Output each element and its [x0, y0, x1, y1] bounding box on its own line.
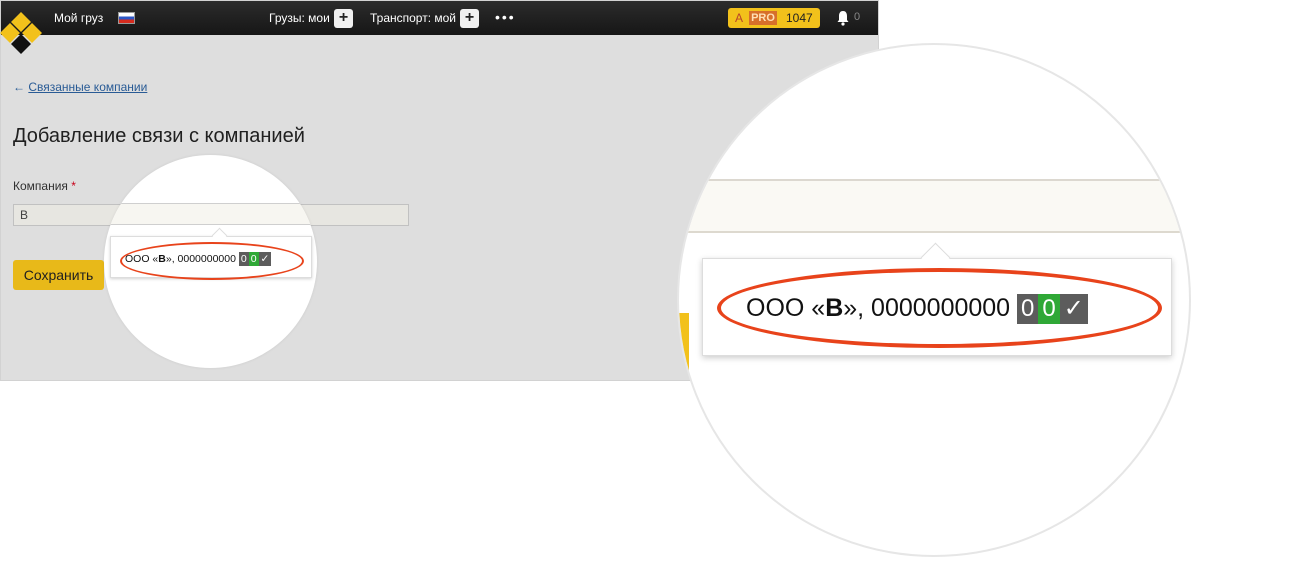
suggestion-suffix: », 0000000000: [165, 253, 236, 265]
magnified-company-input: [679, 181, 1189, 233]
pro-label: PRO: [749, 11, 777, 25]
pro-count: 1047: [786, 11, 813, 25]
rating-badge-1: 0: [238, 252, 249, 266]
transport-menu[interactable]: Транспорт: мой: [370, 11, 456, 25]
required-mark: *: [71, 179, 76, 193]
company-field-label: Компания *: [13, 179, 76, 193]
save-button[interactable]: Сохранить: [13, 260, 104, 290]
my-cargo-link[interactable]: Мой груз: [54, 11, 103, 25]
page-title: Добавление связи с компанией: [13, 125, 305, 147]
back-link-label: Связанные компании: [28, 80, 148, 94]
suggestion-prefix: ООО «: [125, 253, 159, 265]
company-suggestion-item[interactable]: ООО «В», 0000000000 0 0 ✓: [125, 252, 272, 266]
suggestion-match: В: [825, 294, 844, 322]
back-link-related-companies[interactable]: ← Связанные компании: [13, 80, 147, 94]
add-transport-button[interactable]: +: [460, 9, 479, 28]
suggestion-suffix: », 0000000000: [843, 294, 1011, 322]
notifications-count: 0: [854, 11, 861, 23]
pro-prefix: A: [735, 11, 744, 25]
russia-flag-icon[interactable]: [118, 12, 135, 24]
bell-icon[interactable]: [836, 10, 850, 26]
logo-icon[interactable]: [0, 12, 42, 54]
suggestion-prefix: ООО «: [746, 294, 826, 322]
rating-badge-1: 0: [1017, 294, 1039, 324]
magnified-suggestion-item: ООО «В», 0000000000 0 0 ✓: [746, 294, 1088, 324]
suggestion-match: В: [158, 253, 166, 265]
magnified-input: [104, 203, 312, 225]
magnified-save-button-edge: [679, 313, 689, 373]
small-magnifier: ООО «В», 0000000000 0 0 ✓: [104, 155, 317, 368]
big-magnifier: ООО «В», 0000000000 0 0 ✓: [677, 43, 1191, 557]
top-navigation-bar: Мой груз Грузы: мои + Транспорт: мой + •…: [1, 1, 878, 35]
company-label-text: Компания: [13, 179, 68, 193]
company-suggestion-dropdown[interactable]: ООО «В», 0000000000 0 0 ✓: [110, 236, 312, 278]
add-cargo-button[interactable]: +: [334, 9, 353, 28]
check-icon: ✓: [258, 252, 272, 266]
cargo-menu[interactable]: Грузы: мои: [269, 11, 330, 25]
back-arrow-icon: ←: [13, 80, 25, 94]
more-menu-button[interactable]: •••: [495, 9, 516, 25]
pro-account-badge[interactable]: A PRO 1047: [728, 8, 820, 28]
rating-badge-2: 0: [248, 252, 259, 266]
check-icon: ✓: [1059, 294, 1088, 324]
rating-badge-2: 0: [1038, 294, 1060, 324]
magnified-suggestion-dropdown: ООО «В», 0000000000 0 0 ✓: [702, 258, 1172, 356]
